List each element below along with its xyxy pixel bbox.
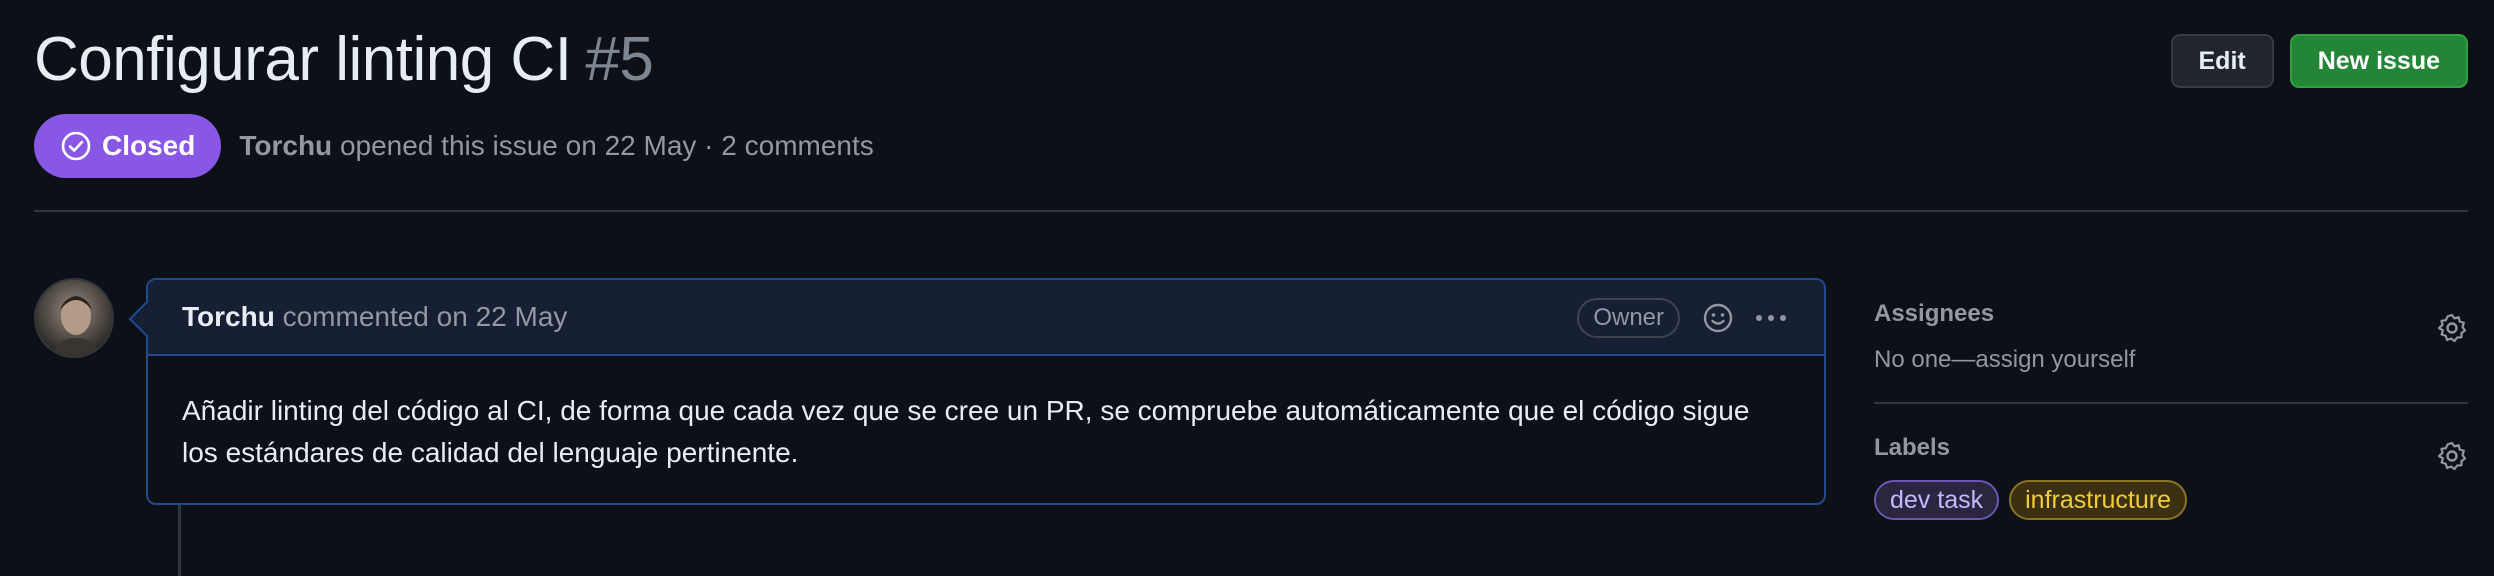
avatar[interactable]	[34, 278, 114, 358]
assignees-title[interactable]: Assignees	[1874, 300, 2468, 328]
assignees-section: Assignees No one—assign yourself	[1874, 300, 2468, 374]
label-infrastructure[interactable]: infrastructure	[2009, 480, 2187, 520]
issue-meta: Torchu opened this issue on 22 May · 2 c…	[239, 130, 873, 162]
sidebar-divider	[1874, 402, 2468, 404]
labels-section: Labels dev task infrastructure	[1874, 434, 2468, 520]
new-issue-button[interactable]: New issue	[2289, 34, 2468, 88]
comment-meta: Torchu commented on 22 May	[182, 301, 567, 333]
status-badge: Closed	[34, 114, 222, 178]
edit-button[interactable]: Edit	[2170, 34, 2274, 88]
comment-meta-text: commented on 22 May	[274, 301, 568, 332]
labels-title[interactable]: Labels	[1874, 434, 2468, 462]
owner-badge: Owner	[1577, 298, 1680, 338]
header-divider	[34, 210, 2468, 212]
check-circle-icon	[61, 131, 91, 161]
kebab-horizontal-icon[interactable]	[1754, 302, 1788, 334]
issue-author-link[interactable]: Torchu	[239, 130, 332, 161]
comment-header: Torchu commented on 22 May Owner	[148, 280, 1824, 356]
gear-icon[interactable]	[2436, 312, 2468, 344]
issue-meta-text: opened this issue on 22 May · 2 comments	[332, 130, 874, 161]
issue-title: Configurar linting CI #5	[34, 20, 654, 100]
labels-list: dev task infrastructure	[1874, 480, 2468, 520]
smiley-icon[interactable]	[1702, 302, 1734, 334]
comment-box: Torchu commented on 22 May Owner Añadir …	[146, 278, 1826, 505]
timeline-line	[178, 505, 181, 576]
header-actions: Edit New issue	[2170, 34, 2468, 88]
label-dev-task[interactable]: dev task	[1874, 480, 2000, 520]
gear-icon[interactable]	[2436, 440, 2468, 472]
avatar-photo	[51, 296, 101, 356]
status-badge-label: Closed	[102, 130, 196, 161]
comment-body: Añadir linting del código al CI, de form…	[182, 395, 1750, 468]
issue-number: #5	[585, 25, 654, 94]
issue-title-text: Configurar linting CI	[34, 25, 572, 94]
comment-author-link[interactable]: Torchu	[182, 301, 275, 332]
issue-state-row: Closed Torchu opened this issue on 22 Ma…	[34, 114, 874, 178]
assignees-value[interactable]: No one—assign yourself	[1874, 346, 2468, 374]
issue-sidebar: Assignees No one—assign yourself Labels …	[1874, 300, 2468, 520]
